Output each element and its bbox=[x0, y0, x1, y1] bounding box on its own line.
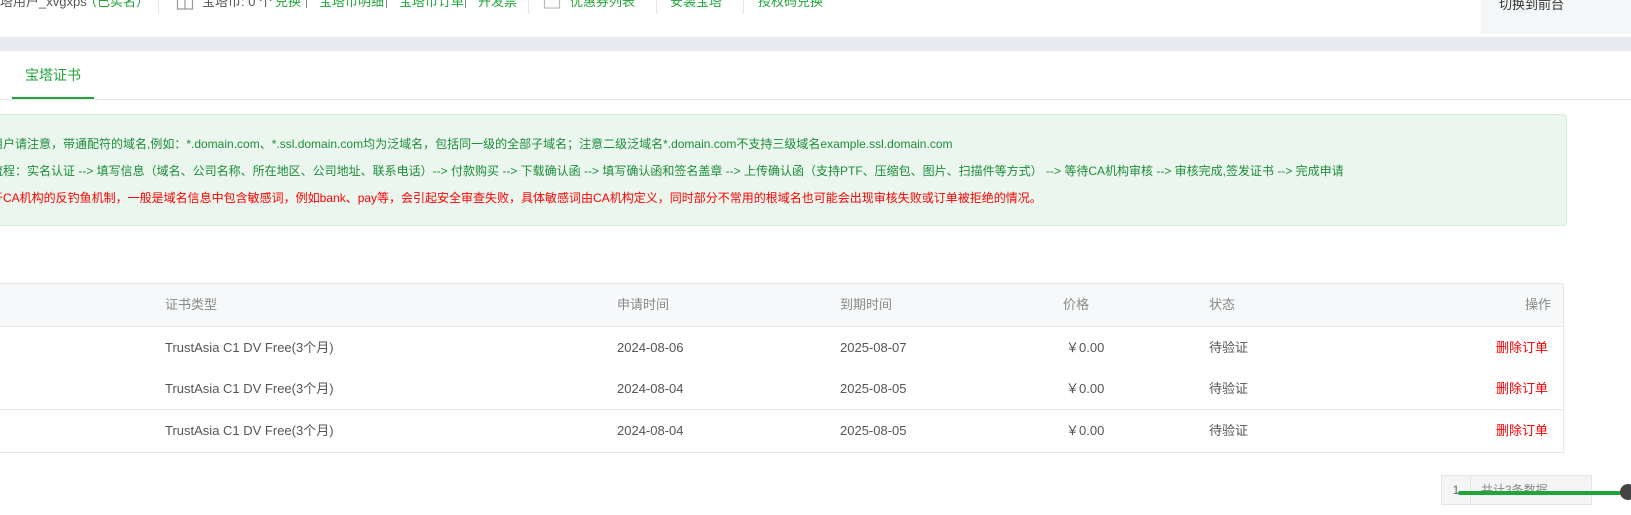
header-status: 状态 bbox=[1209, 297, 1236, 312]
username: 塔用户_xvgxps bbox=[0, 0, 87, 9]
table-row: TrustAsia C1 DV Free(3个月) 2024-08-04 202… bbox=[0, 368, 1563, 410]
coupon-list-link[interactable]: 优惠券列表 bbox=[570, 0, 635, 10]
total-count: 共计3条数据 bbox=[1470, 475, 1592, 505]
notice-box: 用户请注意，带通配符的域名,例如：*.domain.com、*.ssl.doma… bbox=[0, 114, 1567, 226]
divider bbox=[306, 0, 307, 8]
cell-expire-time: 2025-08-05 bbox=[840, 423, 907, 438]
cell-expire-time: 2025-08-05 bbox=[840, 381, 907, 396]
tab-baota-cert[interactable]: 宝塔证书 bbox=[12, 51, 94, 99]
divider bbox=[465, 0, 466, 8]
divider bbox=[386, 0, 387, 8]
divider bbox=[158, 0, 159, 14]
divider-strip bbox=[0, 37, 1631, 51]
table-header: 证书类型 申请时间 到期时间 价格 状态 操作 bbox=[0, 284, 1563, 327]
notice-wildcard: 用户请注意，带通配符的域名,例如：*.domain.com、*.ssl.doma… bbox=[0, 137, 953, 151]
delete-order-button[interactable]: 删除订单 bbox=[1496, 410, 1548, 451]
cell-apply-time: 2024-08-04 bbox=[617, 381, 684, 396]
delete-order-button[interactable]: 删除订单 bbox=[1496, 327, 1548, 368]
divider bbox=[528, 0, 529, 14]
switch-frontend-button[interactable]: 切换到前台 bbox=[1481, 0, 1631, 34]
notice-process: 流程：实名认证 --> 填写信息（域名、公司名称、所在地区、公司地址、联系电话）… bbox=[0, 164, 1344, 178]
cell-type: TrustAsia C1 DV Free(3个月) bbox=[165, 340, 334, 355]
table-row: TrustAsia C1 DV Free(3个月) 2024-08-04 202… bbox=[0, 410, 1563, 451]
cell-apply-time: 2024-08-04 bbox=[617, 423, 684, 438]
invoice-link[interactable]: 开发票 bbox=[478, 0, 517, 10]
coin-balance: 宝塔币: 0 个 bbox=[202, 0, 273, 9]
cell-price: ￥0.00 bbox=[1066, 340, 1105, 355]
table-row: TrustAsia C1 DV Free(3个月) 2024-08-06 202… bbox=[0, 327, 1563, 369]
cell-status: 待验证 bbox=[1209, 340, 1249, 355]
divider bbox=[743, 0, 744, 14]
help-float-icon[interactable] bbox=[1620, 484, 1631, 500]
cell-price: ￥0.00 bbox=[1066, 381, 1105, 396]
cell-status: 待验证 bbox=[1209, 381, 1249, 396]
cell-expire-time: 2025-08-07 bbox=[840, 340, 907, 355]
tab-bar: 宝塔证书 bbox=[0, 51, 1631, 100]
switch-frontend-label: 切换到前台 bbox=[1499, 0, 1565, 12]
notice-warning: 于CA机构的反钓鱼机制，一般是域名信息中包含敏感词，例如bank、pay等，会引… bbox=[0, 191, 1042, 205]
cell-type: TrustAsia C1 DV Free(3个月) bbox=[165, 423, 334, 438]
cell-apply-time: 2024-08-06 bbox=[617, 340, 684, 355]
gift-icon bbox=[176, 0, 194, 10]
floating-bar bbox=[1458, 491, 1631, 495]
cell-type: TrustAsia C1 DV Free(3个月) bbox=[165, 381, 334, 396]
cell-status: 待验证 bbox=[1209, 423, 1249, 438]
exchange-link[interactable]: 兑换 bbox=[275, 0, 301, 10]
cell-price: ￥0.00 bbox=[1066, 423, 1105, 438]
divider bbox=[656, 0, 657, 14]
coin-orders-link[interactable]: 宝塔币订单 bbox=[399, 0, 464, 10]
cert-order-table: 证书类型 申请时间 到期时间 价格 状态 操作 TrustAsia C1 DV … bbox=[0, 283, 1564, 453]
page-number-button[interactable]: 1 bbox=[1441, 475, 1471, 505]
auth-code-link[interactable]: 授权码兑换 bbox=[758, 0, 823, 10]
delete-order-button[interactable]: 删除订单 bbox=[1496, 368, 1548, 409]
verified-badge: （已实名） bbox=[84, 0, 150, 9]
header-apply-time: 申请时间 bbox=[617, 297, 670, 312]
coupon-icon bbox=[543, 0, 561, 10]
header-action: 操作 bbox=[1525, 297, 1552, 312]
header-expire-time: 到期时间 bbox=[840, 297, 893, 312]
top-bar: 塔用户_xvgxps （已实名） 宝塔币: 0 个 兑换 宝塔币明细 宝塔币订单… bbox=[0, 0, 1631, 37]
header-price: 价格 bbox=[1063, 297, 1090, 312]
coin-detail-link[interactable]: 宝塔币明细 bbox=[319, 0, 384, 10]
header-type: 证书类型 bbox=[165, 297, 218, 312]
install-link[interactable]: 安装宝塔 bbox=[670, 0, 722, 10]
